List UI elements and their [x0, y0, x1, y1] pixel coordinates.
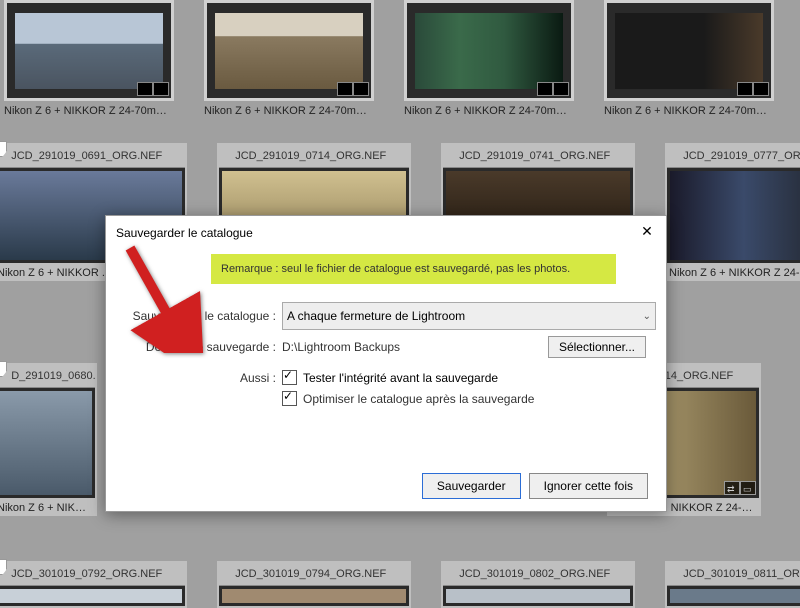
integrity-checkbox[interactable]	[282, 370, 297, 385]
filename: JCD_291019_0691_ORG.NEF	[11, 150, 162, 162]
dialog-title: Sauvegarder le catalogue	[116, 226, 253, 240]
camera-caption: Nikon Z 6 + NIKKOR Z 24-70mm...	[204, 105, 374, 117]
grid-row-1: Nikon Z 6 + NIKKOR Z 24-70mm... Nikon Z …	[0, 0, 774, 117]
sync-icon	[137, 82, 153, 96]
thumbnail-cell[interactable]: JCD_301019_0792_ORG.NEF⊸	[0, 561, 187, 608]
skip-button[interactable]: Ignorer cette fois	[529, 473, 648, 499]
folder-path: D:\Lightroom Backups	[282, 340, 400, 354]
also-label: Aussi :	[126, 371, 282, 385]
thumbnail[interactable]	[4, 0, 174, 101]
camera-caption: Nikon Z 6 + NIKKOR Z 24-70mm...	[404, 105, 574, 117]
filename: JCD_291019_0741_ORG.NEF	[459, 150, 610, 162]
optimize-checkbox-label: Optimiser le catalogue après la sauvegar…	[303, 392, 534, 406]
thumbnail[interactable]	[404, 0, 574, 101]
thumbnail-cell[interactable]: D_291019_0680... Nikon Z 6 + NIKKOR ...	[0, 363, 97, 516]
thumbnail[interactable]	[604, 0, 774, 101]
thumbnail-cell[interactable]: Nikon Z 6 + NIKKOR Z 24-70mm...	[404, 0, 574, 117]
thumbnail-cell[interactable]: JCD_301019_0802_ORG.NEF⊸	[441, 561, 635, 608]
frame-icon	[153, 82, 169, 96]
grid-row-4: JCD_301019_0792_ORG.NEF⊸ JCD_301019_0794…	[0, 561, 800, 608]
schedule-select[interactable]: A chaque fermeture de Lightroom ⌄	[282, 302, 656, 330]
close-button[interactable]: ✕	[638, 224, 656, 242]
thumbnail-cell[interactable]: JCD_301019_0794_ORG.NEF⊸	[217, 561, 411, 608]
select-folder-button[interactable]: Sélectionner...	[548, 336, 646, 358]
thumbnail-cell[interactable]: JCD_301019_0811_ORG.NEF⊸	[665, 561, 800, 608]
thumbnail-cell[interactable]: JCD_291019_0777_ORG.NEF⊸ Nikon Z 6 + NIK…	[665, 143, 800, 281]
schedule-value: A chaque fermeture de Lightroom	[287, 309, 465, 323]
folder-label: Dossier de sauvegarde :	[126, 340, 282, 354]
thumbnail-cell[interactable]: Nikon Z 6 + NIKKOR Z 24-70mm...	[604, 0, 774, 117]
filename: JCD_291019_0714_ORG.NEF	[235, 150, 386, 162]
thumbnail-cell[interactable]: Nikon Z 6 + NIKKOR Z 24-70mm...	[4, 0, 174, 117]
chevron-down-icon: ⌄	[643, 311, 651, 322]
camera-caption: Nikon Z 6 + NIKKOR Z 24-70mm...	[604, 105, 774, 117]
thumbnail[interactable]	[204, 0, 374, 101]
thumbnail-cell[interactable]: Nikon Z 6 + NIKKOR Z 24-70mm...	[204, 0, 374, 117]
schedule-label: Sauvegarder le catalogue :	[126, 309, 282, 323]
filename: JCD_291019_0777_ORG.NEF	[683, 150, 800, 162]
backup-catalog-dialog: Sauvegarder le catalogue ✕ Remarque : se…	[105, 215, 667, 512]
save-button[interactable]: Sauvegarder	[422, 473, 521, 499]
note-banner: Remarque : seul le fichier de catalogue …	[211, 254, 616, 284]
integrity-checkbox-label: Tester l'intégrité avant la sauvegarde	[303, 371, 498, 385]
camera-caption: Nikon Z 6 + NIKKOR Z 24-70mm...	[667, 263, 800, 279]
camera-caption: Nikon Z 6 + NIKKOR Z 24-70mm...	[4, 105, 174, 117]
optimize-checkbox[interactable]	[282, 391, 297, 406]
